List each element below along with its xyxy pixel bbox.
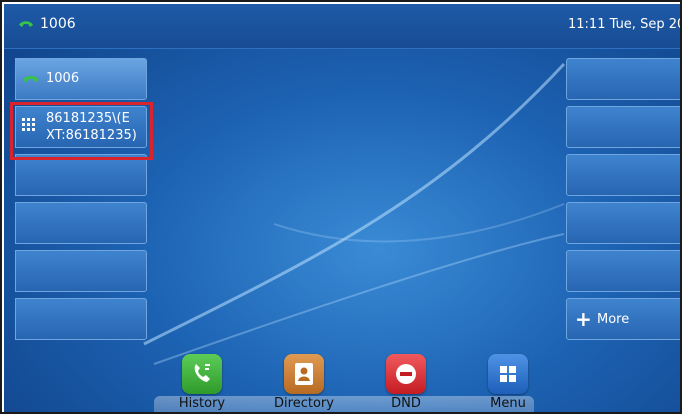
line-key-empty[interactable]	[566, 202, 680, 244]
menu-label: Menu	[490, 396, 526, 411]
line-key-empty[interactable]	[15, 202, 147, 244]
plus-icon: +	[575, 307, 592, 331]
status-datetime: 11:11 Tue, Sep 20	[568, 17, 682, 32]
handset-icon	[19, 21, 33, 27]
line-key-empty[interactable]	[566, 250, 680, 292]
status-account: 1006	[18, 16, 76, 32]
history-softkey[interactable]: History	[157, 354, 247, 411]
line-key-empty[interactable]	[15, 298, 147, 340]
phone-screen-frame: 1006 11:11 Tue, Sep 20 1006 86181235\(E …	[0, 0, 682, 414]
dnd-icon	[386, 354, 426, 394]
line-key-1006[interactable]: 1006	[15, 58, 147, 100]
more-label: More	[597, 312, 630, 327]
line-key-empty[interactable]	[566, 58, 680, 100]
status-bar: 1006 11:11 Tue, Sep 20	[4, 4, 682, 49]
status-account-number: 1006	[40, 16, 76, 32]
directory-label: Directory	[274, 396, 334, 411]
line-key-empty[interactable]	[15, 250, 147, 292]
more-button[interactable]: + More	[566, 298, 680, 340]
history-icon	[182, 354, 222, 394]
line-key-empty[interactable]	[566, 154, 680, 196]
dnd-label: DND	[391, 396, 421, 411]
highlight-box	[10, 102, 153, 160]
line-key-label: 1006	[46, 71, 80, 86]
line-key-empty[interactable]	[566, 106, 680, 148]
line-keys-right: + More	[566, 58, 680, 346]
handset-icon	[23, 75, 39, 83]
home-screen: 1006 11:11 Tue, Sep 20 1006 86181235\(E …	[4, 4, 682, 412]
directory-icon	[284, 354, 324, 394]
history-label: History	[178, 396, 226, 411]
line-key-empty[interactable]	[15, 154, 147, 196]
directory-softkey[interactable]: Directory	[259, 354, 349, 411]
menu-softkey[interactable]: Menu	[463, 354, 553, 411]
dnd-softkey[interactable]: DND	[361, 354, 451, 411]
menu-icon	[488, 354, 528, 394]
